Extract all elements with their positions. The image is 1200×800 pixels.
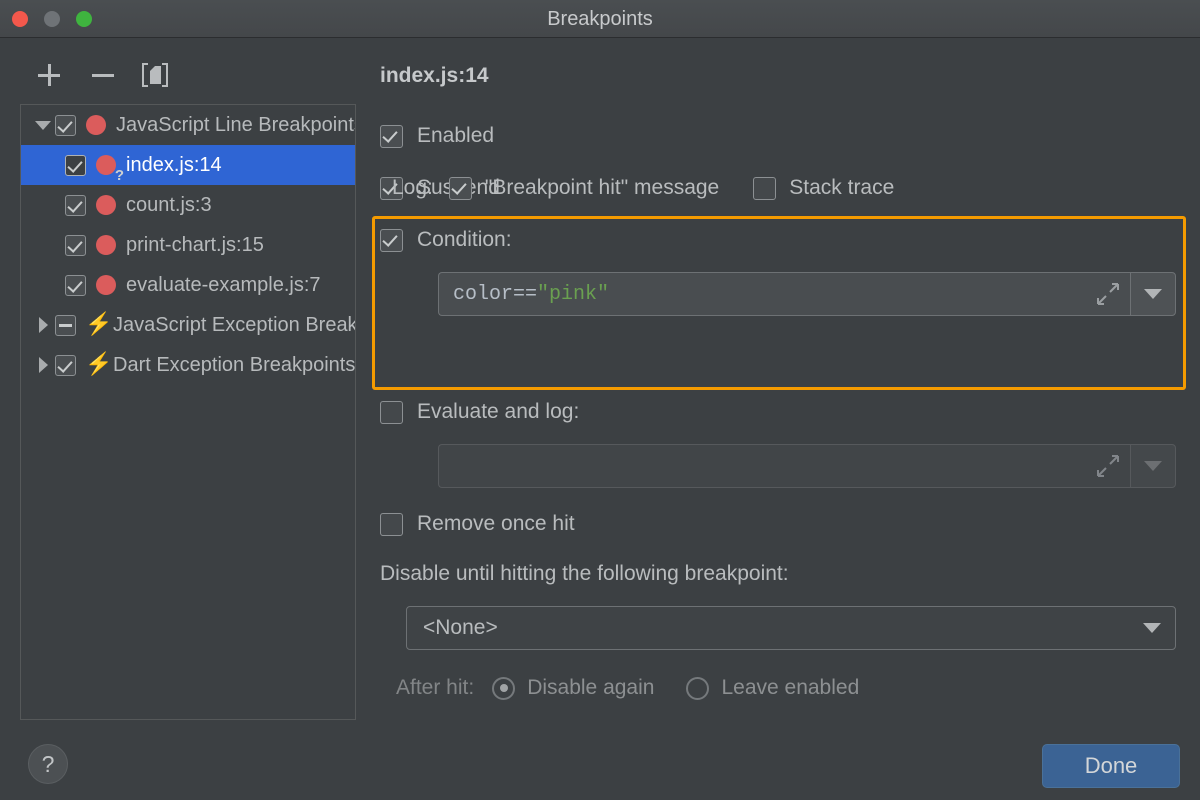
remove-breakpoint-button[interactable] <box>86 58 120 92</box>
chevron-down-icon <box>1144 289 1162 299</box>
enabled-checkbox[interactable] <box>380 125 403 148</box>
expand-diagonal-icon <box>1097 455 1119 477</box>
evaluate-and-log-label: Evaluate and log: <box>417 400 579 424</box>
after-hit-label: After hit: <box>396 676 474 700</box>
enabled-option[interactable]: Enabled <box>380 124 494 148</box>
combobox-arrow-button[interactable] <box>1129 623 1175 633</box>
breakpoints-toolbar <box>20 58 360 100</box>
condition-token-identifier: color <box>453 283 513 306</box>
condition-token-string: "pink" <box>537 283 609 306</box>
condition-option[interactable]: Condition: <box>380 228 512 252</box>
condition-token-operator: == <box>513 283 537 306</box>
breakpoint-dot-icon <box>96 275 116 295</box>
condition-field[interactable]: color == "pink" <box>438 272 1176 316</box>
expand-diagonal-icon <box>1097 283 1119 305</box>
lightning-bolt-icon: ⚡ <box>85 354 103 376</box>
tree-row[interactable]: ⚡ Dart Exception Breakpoints <box>21 345 355 385</box>
after-hit-disable-again-radio[interactable] <box>492 677 515 700</box>
disable-until-label: Disable until hitting the following brea… <box>380 562 789 586</box>
tree-row[interactable]: count.js:3 <box>21 185 355 225</box>
row-checkbox[interactable] <box>55 315 76 336</box>
after-hit-disable-again-label: Disable again <box>527 676 654 700</box>
chevron-down-icon <box>1143 623 1161 633</box>
evaluate-dropdown-button[interactable] <box>1130 444 1176 488</box>
condition-expand-button[interactable] <box>1086 272 1130 316</box>
duplicate-breakpoint-button[interactable] <box>138 58 172 92</box>
tree-row-label: count.js:3 <box>126 194 212 217</box>
row-checkbox[interactable] <box>65 235 86 256</box>
breakpoint-detail-pane: index.js:14 Enabled Suspend Condition: c… <box>372 56 1188 716</box>
evaluate-and-log-input[interactable] <box>438 444 1086 488</box>
duplicate-page-icon <box>142 63 168 87</box>
log-options-row: Log: "Breakpoint hit" message Stack trac… <box>392 176 894 200</box>
breakpoint-dot-conditional-icon: ? <box>96 155 116 175</box>
breakpoints-dialog: Breakpoints JavaScript Line Breakpoints <box>0 0 1200 800</box>
question-badge: ? <box>115 168 124 183</box>
breakpoint-dot-icon <box>86 115 106 135</box>
evaluate-and-log-field[interactable] <box>438 444 1176 488</box>
row-checkbox[interactable] <box>65 275 86 296</box>
breakpoints-tree[interactable]: JavaScript Line Breakpoints ? index.js:1… <box>20 104 356 720</box>
tree-row-label: evaluate-example.js:7 <box>126 274 321 297</box>
row-checkbox[interactable] <box>55 355 76 376</box>
log-message-label: "Breakpoint hit" message <box>485 176 719 200</box>
after-hit-leave-enabled-radio[interactable] <box>686 677 709 700</box>
tree-row[interactable]: print-chart.js:15 <box>21 225 355 265</box>
tree-row[interactable]: JavaScript Line Breakpoints <box>21 105 355 145</box>
minus-icon <box>92 74 114 77</box>
twisty-expanded-icon[interactable] <box>31 105 55 145</box>
plus-icon <box>38 64 60 86</box>
help-button[interactable]: ? <box>28 744 68 784</box>
twisty-collapsed-icon[interactable] <box>31 305 55 345</box>
enabled-label: Enabled <box>417 124 494 148</box>
log-prefix-label: Log: <box>392 176 433 200</box>
tree-row-selected[interactable]: ? index.js:14 <box>21 145 355 185</box>
add-breakpoint-button[interactable] <box>32 58 66 92</box>
row-checkbox[interactable] <box>65 195 86 216</box>
condition-input[interactable]: color == "pink" <box>438 272 1086 316</box>
chevron-down-icon <box>1144 461 1162 471</box>
evaluate-and-log-option[interactable]: Evaluate and log: <box>380 400 579 424</box>
remove-once-hit-label: Remove once hit <box>417 512 575 536</box>
evaluate-expand-button[interactable] <box>1086 444 1130 488</box>
tree-row[interactable]: evaluate-example.js:7 <box>21 265 355 305</box>
title-bar: Breakpoints <box>0 0 1200 38</box>
tree-row-label: print-chart.js:15 <box>126 234 264 257</box>
log-stack-trace-label: Stack trace <box>789 176 894 200</box>
condition-dropdown-button[interactable] <box>1130 272 1176 316</box>
evaluate-and-log-checkbox[interactable] <box>380 401 403 424</box>
disable-until-value: <None> <box>407 616 1129 640</box>
detail-title: index.js:14 <box>380 64 489 88</box>
remove-once-hit-checkbox[interactable] <box>380 513 403 536</box>
window-title: Breakpoints <box>0 0 1200 38</box>
after-hit-leave-enabled-label: Leave enabled <box>721 676 859 700</box>
remove-once-hit-option[interactable]: Remove once hit <box>380 512 575 536</box>
log-message-checkbox[interactable] <box>449 177 472 200</box>
tree-row-label: JavaScript Exception Breakpoints <box>113 314 356 337</box>
log-stack-trace-checkbox[interactable] <box>753 177 776 200</box>
disable-until-combobox[interactable]: <None> <box>406 606 1176 650</box>
breakpoint-dot-icon <box>96 235 116 255</box>
condition-label: Condition: <box>417 228 512 252</box>
done-button[interactable]: Done <box>1042 744 1180 788</box>
tree-row-label: Dart Exception Breakpoints <box>113 354 355 377</box>
row-checkbox[interactable] <box>55 115 76 136</box>
breakpoint-dot-icon <box>96 195 116 215</box>
after-hit-row: After hit: Disable again Leave enabled <box>396 676 859 700</box>
twisty-collapsed-icon[interactable] <box>31 345 55 385</box>
tree-row[interactable]: ⚡ JavaScript Exception Breakpoints <box>21 305 355 345</box>
condition-checkbox[interactable] <box>380 229 403 252</box>
tree-row-label: JavaScript Line Breakpoints <box>116 114 356 137</box>
tree-row-label: index.js:14 <box>126 154 222 177</box>
lightning-bolt-icon: ⚡ <box>85 314 103 336</box>
row-checkbox[interactable] <box>65 155 86 176</box>
